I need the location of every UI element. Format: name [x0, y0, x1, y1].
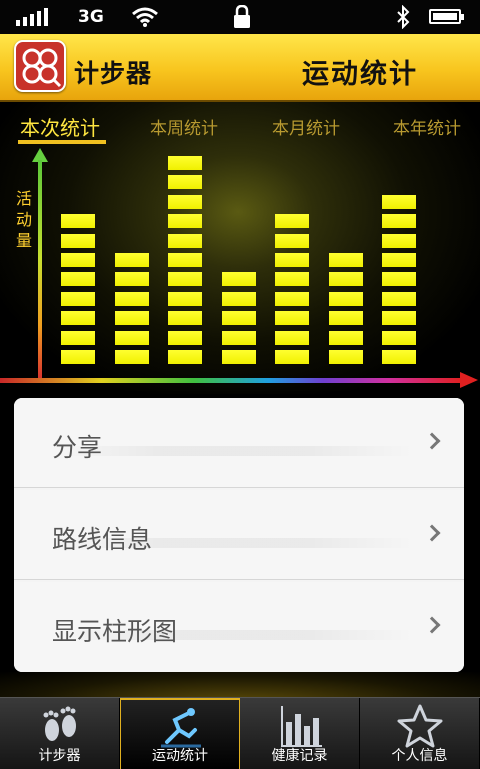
bar-segment [382, 311, 416, 326]
bar-segment [168, 233, 202, 248]
bar-segment [382, 272, 416, 287]
tab-pedometer[interactable]: 计步器 [0, 698, 120, 769]
bar-segment [61, 291, 95, 306]
signal-strength-icon [16, 8, 48, 26]
tab-personal-info[interactable]: 个人信息 [360, 698, 480, 769]
app-name: 计步器 [74, 59, 153, 88]
menu-item-show-bar-chart[interactable]: 显示柱形图 [14, 582, 464, 672]
bar-segment [168, 311, 202, 326]
bar-segment [275, 253, 309, 267]
chevron-right-icon [423, 616, 441, 634]
bar-segment [168, 175, 202, 190]
bar-segment [275, 350, 309, 364]
bar-segment [328, 330, 363, 345]
bar-segment [168, 194, 202, 209]
bar-segment [114, 272, 149, 287]
bar-segment [328, 272, 363, 287]
bar-segment [275, 233, 309, 248]
bar-segment [382, 233, 416, 248]
menu-item-label: 显示柱形图 [52, 617, 178, 646]
bar-segment [328, 291, 363, 306]
x-axis [0, 378, 462, 383]
active-tab-indicator [18, 140, 106, 144]
app-logo-icon [14, 40, 66, 92]
bar-segment [382, 330, 416, 345]
bar-segment [114, 330, 149, 345]
tab-label: 个人信息 [391, 748, 448, 764]
bar-segment [221, 311, 256, 326]
network-type-label: 3G [78, 7, 104, 27]
bar-segment [168, 156, 202, 170]
lock-icon [234, 5, 250, 28]
tab-label: 健康记录 [271, 748, 328, 764]
tab-health-records[interactable]: 健康记录 [240, 698, 360, 769]
bar-segment [221, 291, 256, 306]
bar-segment [168, 272, 202, 287]
bar-segment [275, 311, 309, 326]
menu-item-label: 分享 [52, 433, 103, 462]
bar-segment [221, 272, 256, 287]
bar-segment [114, 311, 149, 326]
menu-item-shade [54, 446, 414, 456]
bar-segment [114, 253, 149, 267]
activity-chart-panel: 本次统计 本周统计 本月统计 本年统计 活动量 [0, 102, 480, 394]
bar-segment [114, 350, 149, 364]
y-axis-label: 活动量 [15, 189, 32, 250]
bar-segment [382, 291, 416, 306]
menu-item-route-info[interactable]: 路线信息 [14, 490, 464, 580]
options-menu: 分享 路线信息 显示柱形图 [14, 398, 464, 672]
bar-segment [168, 330, 202, 345]
bar-segment [328, 253, 363, 267]
tab-label: 运动统计 [152, 748, 208, 764]
bottom-glow [0, 672, 480, 698]
bluetooth-icon [397, 5, 410, 29]
chevron-right-icon [423, 524, 441, 542]
chevron-right-icon [423, 432, 441, 450]
x-axis-arrow [460, 372, 478, 388]
bar-segment [61, 253, 95, 267]
bar-segment [61, 330, 95, 345]
bar-segment [275, 214, 309, 229]
bar-chart-icon [281, 706, 322, 747]
tab-current-stats[interactable]: 本次统计 [20, 112, 100, 141]
bar-segment [221, 350, 256, 364]
wifi-icon [132, 7, 158, 27]
page-title: 运动统计 [302, 59, 418, 90]
y-axis [38, 160, 42, 380]
bar-segment [168, 350, 202, 364]
bar-segment [382, 214, 416, 229]
bar-segment [382, 253, 416, 267]
battery-icon [429, 9, 464, 24]
bar-segment [382, 350, 416, 364]
bar-segment [382, 194, 416, 209]
bar-segment [275, 272, 309, 287]
bar-segment [61, 272, 95, 287]
bar-segment [61, 350, 95, 364]
tab-weekly-stats[interactable]: 本周统计 [150, 114, 218, 139]
menu-item-label: 路线信息 [52, 525, 153, 554]
runner-icon [161, 708, 201, 748]
bar-segment [61, 311, 95, 326]
footprints-icon [43, 706, 76, 741]
bar-segment [168, 253, 202, 267]
bar-segment [275, 330, 309, 345]
bar-segment [328, 311, 363, 326]
bar-segment [328, 350, 363, 364]
bar-segment [61, 214, 95, 229]
menu-item-share[interactable]: 分享 [14, 398, 464, 488]
tab-exercise-stats[interactable]: 运动统计 [120, 698, 240, 769]
bar-segment [114, 291, 149, 306]
tab-monthly-stats[interactable]: 本月统计 [272, 114, 340, 139]
bar-segment [168, 214, 202, 229]
bar-segment [221, 330, 256, 345]
status-bar: 3G [0, 0, 480, 34]
tab-yearly-stats[interactable]: 本年统计 [393, 114, 461, 139]
app-header: 计步器 运动统计 [0, 34, 480, 102]
bar-segment [275, 291, 309, 306]
tab-label: 计步器 [38, 748, 81, 764]
star-icon [397, 704, 443, 748]
bar-segment [61, 233, 95, 248]
bar-segment [168, 291, 202, 306]
bottom-tab-bar: 计步器 运动统计 健康记录 个人信息 [0, 697, 480, 769]
